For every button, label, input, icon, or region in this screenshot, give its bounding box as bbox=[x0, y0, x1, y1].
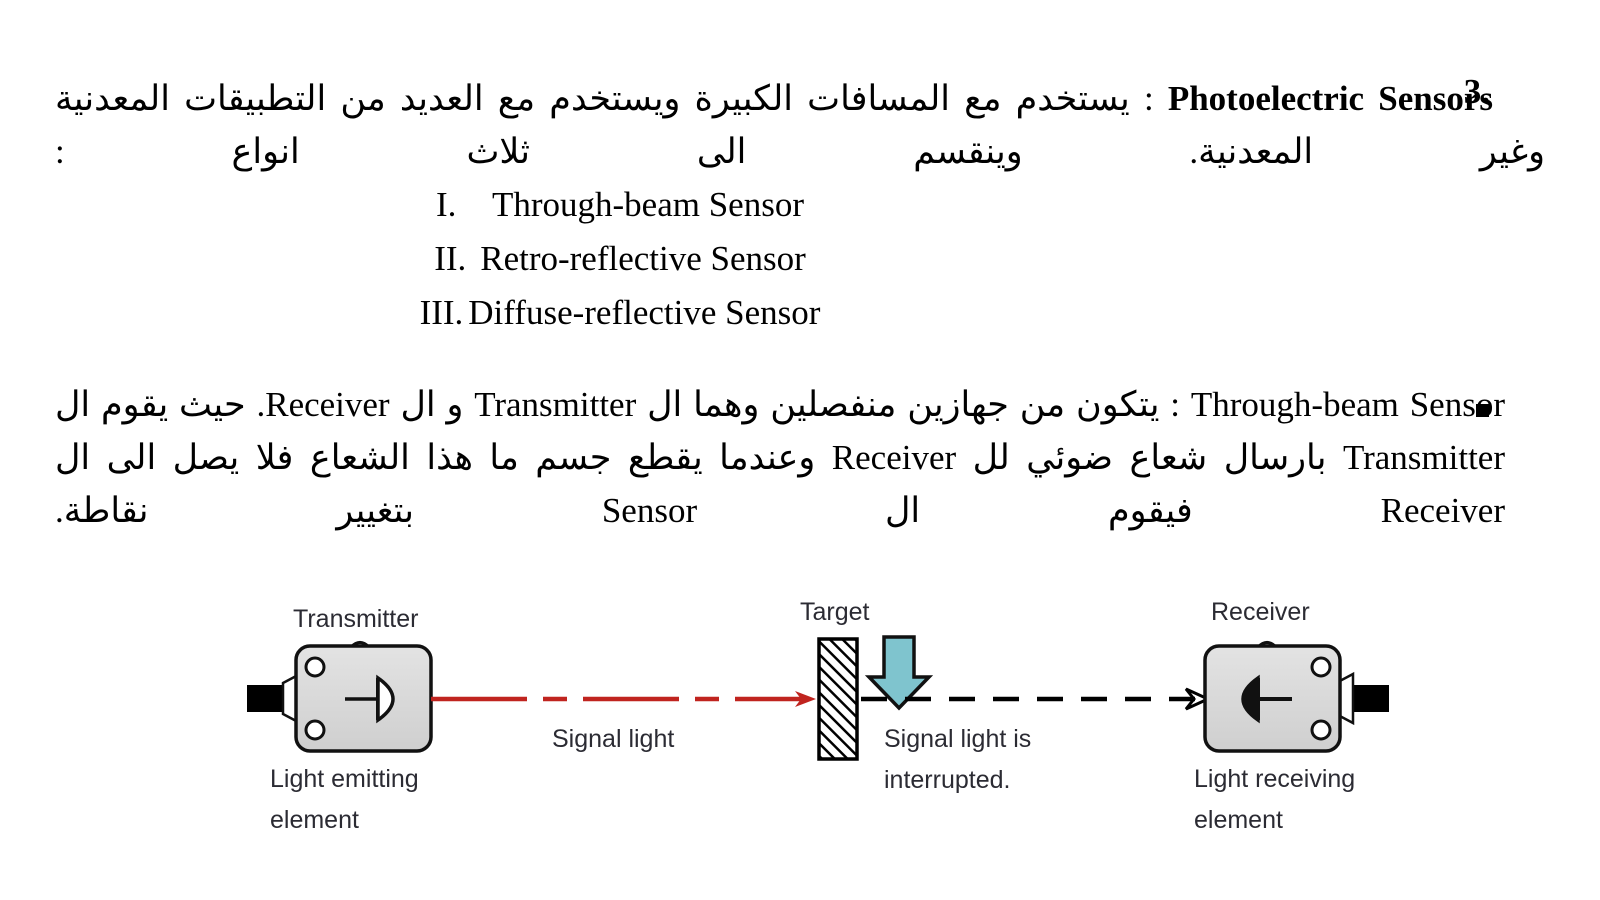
list-item-numeral: II. bbox=[434, 239, 467, 278]
list-item-label: Diffuse-reflective Sensor bbox=[468, 293, 821, 332]
transmitter-group: Transmitter Light emitting element bbox=[247, 605, 433, 834]
signal-beam-group: Signal light bbox=[431, 691, 816, 753]
text-content: 3. Photoelectric Sensors : يستخدم مع الم… bbox=[0, 0, 1600, 537]
receiver-screw-bottom-icon bbox=[1310, 719, 1332, 741]
transmitter-title: Transmitter bbox=[293, 605, 418, 633]
list-item-numeral: III. bbox=[419, 293, 464, 332]
square-bullet-icon bbox=[1476, 404, 1489, 417]
interrupted-label-line2: interrupted. bbox=[884, 766, 1010, 794]
interrupted-label-line1: Signal light is bbox=[884, 725, 1031, 753]
receiver-group: Receiver Light receiving element bbox=[1194, 598, 1389, 834]
word-receiver-3: Receiver bbox=[1380, 491, 1505, 530]
through-beam-diagram: Transmitter Light emitting element Signa… bbox=[0, 575, 1600, 900]
signal-light-label: Signal light bbox=[552, 725, 674, 753]
word-transmitter-2: Transmitter bbox=[1342, 438, 1505, 477]
target-title: Target bbox=[800, 598, 870, 626]
bullet-text-1: : يتكون من جهازين منفصلين وهما ال bbox=[636, 385, 1191, 424]
transmitter-caption-line1: Light emitting bbox=[270, 765, 419, 793]
word-sensor: Sensor bbox=[601, 491, 698, 530]
word-transmitter: Transmitter bbox=[474, 385, 637, 424]
word-receiver-2: Receiver bbox=[831, 438, 957, 477]
bullet-text-1b: و ال bbox=[389, 385, 475, 424]
list-item: Through-beam Sensor I. bbox=[55, 178, 1185, 232]
slide-page: 3. Photoelectric Sensors : يستخدم مع الم… bbox=[0, 0, 1600, 900]
receiver-title: Receiver bbox=[1211, 598, 1310, 626]
list-item: Retro-reflective Sensor II. bbox=[55, 232, 1185, 286]
section-3-block: 3. Photoelectric Sensors : يستخدم مع الم… bbox=[55, 0, 1545, 178]
receiver-caption-line1: Light receiving bbox=[1194, 765, 1355, 793]
receiver-cable-icon bbox=[1353, 685, 1389, 712]
list-item-label: Retro-reflective Sensor bbox=[480, 239, 806, 278]
transmitter-cable-icon bbox=[247, 685, 283, 712]
bullet-text-3b: بتغيير نقاطة. bbox=[55, 491, 602, 530]
section-3-paragraph: Photoelectric Sensors : يستخدم مع المساف… bbox=[55, 0, 1545, 178]
bullet-title-en: Through-beam Sensor bbox=[1190, 385, 1505, 424]
target-group: Target bbox=[800, 598, 870, 761]
transmitter-screw-bottom-icon bbox=[304, 719, 326, 741]
transmitter-caption-line2: element bbox=[270, 806, 359, 834]
section-number: 3. bbox=[1463, 72, 1490, 111]
transmitter-screw-top-icon bbox=[304, 656, 326, 678]
blocked-beam-group: Signal light is interrupted. bbox=[861, 687, 1212, 794]
list-item-label: Through-beam Sensor bbox=[491, 185, 804, 224]
bullet-text-2b: بارسال شعاع ضوئي لل bbox=[956, 438, 1343, 477]
receiver-caption-line2: element bbox=[1194, 806, 1283, 834]
section-title-en: Photoelectric Sensors bbox=[1167, 79, 1493, 118]
word-receiver: Receiver bbox=[265, 385, 390, 424]
bullet-text-2c: وعندما يقطع جسم ما هذا الشعاع فلا يصل ال… bbox=[55, 438, 832, 477]
through-beam-block: Through-beam Sensor : يتكون من جهازين من… bbox=[55, 340, 1545, 537]
list-item: Diffuse-reflective SensorIII. bbox=[55, 286, 1185, 340]
sensor-types-list: Through-beam Sensor I. Retro-reflective S… bbox=[55, 178, 1545, 340]
through-beam-paragraph: Through-beam Sensor : يتكون من جهازين من… bbox=[55, 378, 1545, 537]
bullet-text-3a: فيقوم ال bbox=[697, 491, 1381, 530]
list-item-numeral: I. bbox=[435, 185, 457, 224]
receiver-screw-top-icon bbox=[1310, 656, 1332, 678]
bullet-text-2a: . حيث يقوم ال bbox=[55, 385, 266, 424]
target-object bbox=[817, 637, 859, 761]
